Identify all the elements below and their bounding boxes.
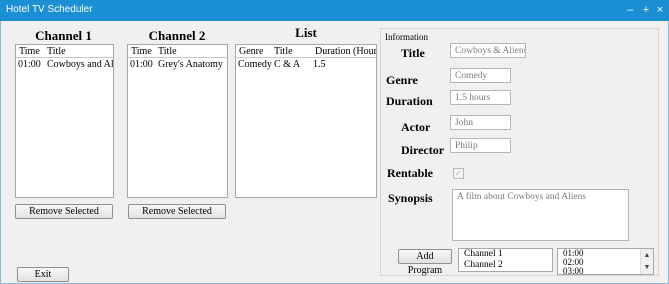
actor-label: Actor xyxy=(401,120,431,134)
channel-select-list[interactable]: Channel 1 Channel 2 xyxy=(458,248,553,272)
information-group-title: Information xyxy=(385,32,428,42)
duration-label: Duration xyxy=(386,94,433,108)
channel1-row-time: 01:00 xyxy=(18,59,41,70)
duration-field[interactable]: 1.5 hours xyxy=(450,90,511,105)
rentable-checkbox[interactable]: ✓ xyxy=(453,168,464,179)
list-heading: List xyxy=(295,25,317,40)
add-program-button[interactable]: Add Program xyxy=(398,249,452,276)
channel1-header-row: Time Title xyxy=(16,45,113,58)
scroll-down-icon[interactable]: ▼ xyxy=(641,261,653,273)
director-field[interactable]: Philip xyxy=(450,138,511,153)
title-field[interactable]: Cowboys & Aliens xyxy=(450,43,526,58)
program-listview[interactable]: Genre Title Duration (Hours) Comedy C & … xyxy=(235,44,377,198)
list-item[interactable]: Channel 2 xyxy=(459,260,552,271)
time-list-scrollbar[interactable]: ▲ ▼ xyxy=(640,249,653,274)
channel1-col-time[interactable]: Time xyxy=(19,46,40,57)
genre-label: Genre xyxy=(386,73,418,87)
channel2-listview[interactable]: Time Title 01:00 Grey's Anatomy xyxy=(127,44,228,198)
list-col-title[interactable]: Title xyxy=(274,46,293,57)
list-item[interactable]: Channel 1 xyxy=(459,249,552,260)
time-select-list[interactable]: 01:00 02:00 03:00 ▲ ▼ xyxy=(557,248,654,275)
window-title: Hotel TV Scheduler xyxy=(6,4,93,15)
channel2-row-time: 01:00 xyxy=(130,59,153,70)
channel1-col-title[interactable]: Title xyxy=(47,46,66,57)
channel1-remove-button[interactable]: Remove Selected xyxy=(15,204,113,219)
channel2-remove-button[interactable]: Remove Selected xyxy=(128,204,226,219)
channel2-heading: Channel 2 xyxy=(148,28,206,43)
channel1-heading: Channel 1 xyxy=(35,28,92,43)
synopsis-field[interactable]: A film about Cowboys and Aliens xyxy=(452,189,629,241)
channel2-col-time[interactable]: Time xyxy=(131,46,152,57)
list-item[interactable]: 03:00 xyxy=(558,267,653,275)
list-col-genre[interactable]: Genre xyxy=(239,46,263,57)
window-titlebar: Hotel TV Scheduler xyxy=(0,0,669,21)
rentable-label: Rentable xyxy=(387,166,433,180)
list-row-genre: Comedy xyxy=(238,59,272,70)
genre-field[interactable]: Comedy xyxy=(450,68,511,83)
synopsis-label: Synopsis xyxy=(388,191,433,205)
table-row[interactable]: Comedy C & A 1.5 xyxy=(236,58,376,72)
list-row-title: C & A xyxy=(274,59,301,70)
channel1-row-title: Cowboys and Al... xyxy=(47,59,114,70)
channel2-row-title: Grey's Anatomy xyxy=(158,59,223,70)
channel2-col-title[interactable]: Title xyxy=(158,46,177,57)
exit-button[interactable]: Exit xyxy=(17,267,69,282)
title-label: Title xyxy=(401,46,425,60)
channel1-listview[interactable]: Time Title 01:00 Cowboys and Al... xyxy=(15,44,114,198)
table-row[interactable]: 01:00 Grey's Anatomy xyxy=(128,58,227,72)
channel2-header-row: Time Title xyxy=(128,45,227,58)
actor-field[interactable]: John xyxy=(450,115,511,130)
close-icon[interactable]: × xyxy=(652,0,668,20)
minimize-icon[interactable]: – xyxy=(622,0,638,20)
scroll-up-icon[interactable]: ▲ xyxy=(641,249,653,261)
list-col-duration[interactable]: Duration (Hours) xyxy=(315,46,376,57)
table-row[interactable]: 01:00 Cowboys and Al... xyxy=(16,58,113,72)
list-header-row: Genre Title Duration (Hours) xyxy=(236,45,376,58)
list-row-duration: 1.5 xyxy=(313,59,326,70)
director-label: Director xyxy=(401,143,445,157)
